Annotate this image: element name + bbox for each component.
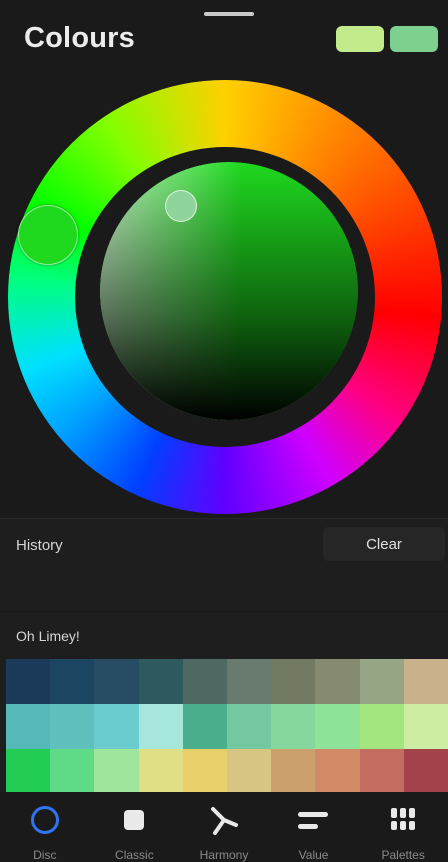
page-title: Colours [24, 22, 135, 54]
tab-harmony[interactable]: Harmony [179, 792, 269, 862]
saturation-disc[interactable] [100, 162, 358, 420]
saturation-selector-knob[interactable] [165, 190, 197, 222]
harmony-icon [204, 806, 244, 842]
palette-swatch[interactable] [182, 749, 227, 794]
palette-swatch[interactable] [403, 704, 448, 749]
palette-swatch[interactable] [271, 659, 316, 704]
tab-label: Value [298, 848, 329, 862]
tab-label: Disc [33, 848, 57, 862]
primary-color-swatch[interactable] [336, 26, 384, 52]
tab-value[interactable]: Value [269, 792, 359, 862]
palette-swatch[interactable] [315, 659, 360, 704]
palette-swatch[interactable] [403, 749, 448, 794]
palette-swatch[interactable] [182, 704, 227, 749]
tab-label: Classic [115, 848, 154, 862]
palette-swatch[interactable] [359, 704, 404, 749]
palette-swatch[interactable] [271, 749, 316, 794]
square-icon [114, 806, 154, 842]
palette-grid [6, 659, 448, 794]
tab-bar: Disc Classic Harmony Value Palettes [0, 792, 448, 862]
tab-disc[interactable]: Disc [0, 792, 90, 862]
palette-swatch[interactable] [50, 659, 95, 704]
grid-icon [383, 806, 423, 842]
palette-swatch[interactable] [227, 749, 272, 794]
palette-swatch[interactable] [6, 749, 51, 794]
palette-swatch[interactable] [94, 749, 139, 794]
palette-swatch[interactable] [359, 659, 404, 704]
clear-history-button[interactable]: Clear [323, 527, 445, 561]
sliders-icon [294, 806, 334, 842]
tab-palettes[interactable]: Palettes [358, 792, 448, 862]
palette-swatch[interactable] [315, 749, 360, 794]
disc-icon [25, 806, 65, 842]
color-wheel [0, 70, 448, 518]
history-panel: History Clear [0, 518, 448, 611]
tab-label: Harmony [199, 848, 249, 862]
palette-panel: Oh Limey! [0, 612, 448, 794]
palette-swatch[interactable] [6, 704, 51, 749]
hue-selector-knob[interactable] [18, 205, 78, 265]
palette-swatch[interactable] [50, 749, 95, 794]
palette-swatch[interactable] [182, 659, 227, 704]
tab-classic[interactable]: Classic [90, 792, 180, 862]
palette-swatch[interactable] [94, 704, 139, 749]
palette-swatch[interactable] [227, 704, 272, 749]
palette-swatch[interactable] [138, 749, 183, 794]
tab-label: Palettes [381, 848, 425, 862]
palette-swatch[interactable] [271, 704, 316, 749]
palette-swatch[interactable] [138, 659, 183, 704]
secondary-color-swatch[interactable] [390, 26, 438, 52]
palette-swatch[interactable] [6, 659, 51, 704]
history-label: History [16, 537, 63, 554]
drag-handle[interactable] [204, 12, 254, 16]
palette-swatch[interactable] [315, 704, 360, 749]
palette-swatch[interactable] [403, 659, 448, 704]
palette-swatch[interactable] [359, 749, 404, 794]
palette-name: Oh Limey! [16, 628, 80, 644]
palette-swatch[interactable] [227, 659, 272, 704]
palette-swatch[interactable] [94, 659, 139, 704]
palette-swatch[interactable] [138, 704, 183, 749]
palette-swatch[interactable] [50, 704, 95, 749]
